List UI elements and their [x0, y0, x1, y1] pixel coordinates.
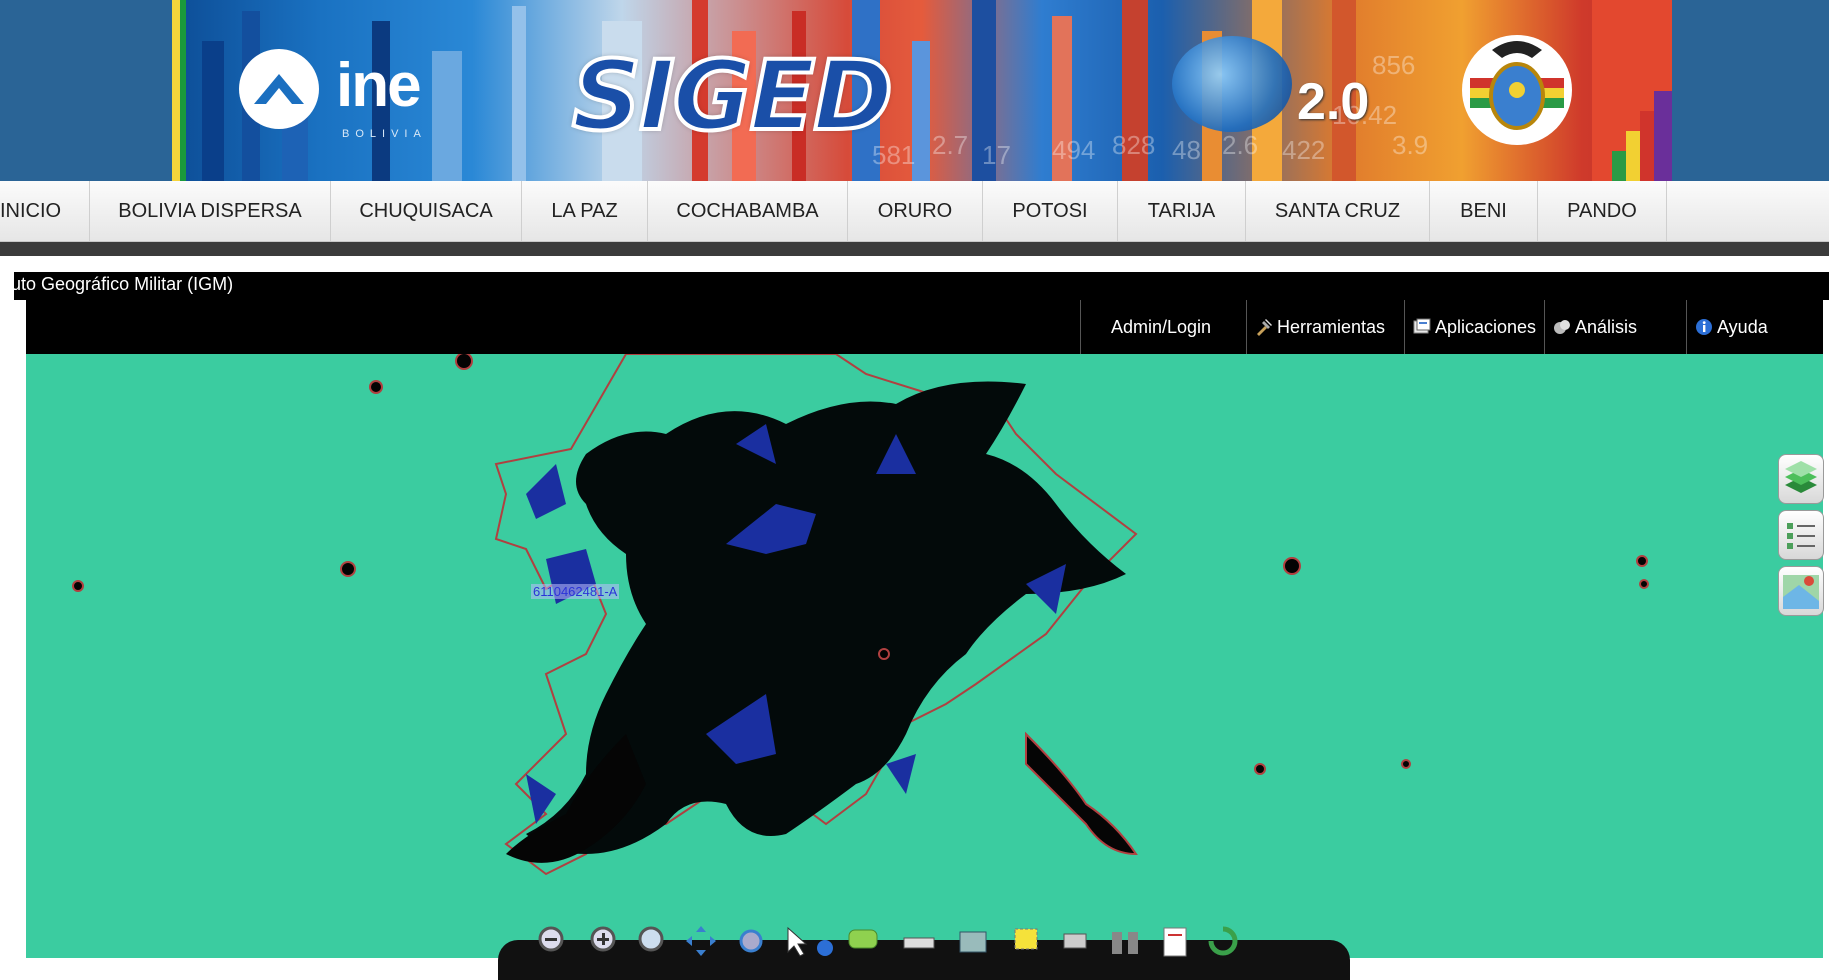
- nav-item-santa-cruz[interactable]: SANTA CRUZ: [1246, 181, 1430, 241]
- map-canvas[interactable]: 6110462481-A: [26, 354, 1823, 958]
- settlement: [1636, 555, 1648, 567]
- nav-item-potosi[interactable]: POTOSI: [983, 181, 1118, 241]
- refresh-icon[interactable]: [1206, 924, 1240, 958]
- herramientas-label: Herramientas: [1277, 317, 1386, 337]
- settlement: [369, 380, 383, 394]
- layer-manager-icon[interactable]: [956, 924, 990, 958]
- city-block: [886, 754, 916, 794]
- ayuda-menu[interactable]: Ayuda: [1686, 300, 1825, 354]
- settlement: [340, 561, 356, 577]
- settlement: [455, 354, 473, 370]
- map-marker-icon: [1783, 575, 1819, 609]
- info-icon: [1696, 319, 1712, 335]
- tools-icon: [1257, 319, 1272, 336]
- ine-logo-country: BOLIVIA: [342, 128, 427, 140]
- settlement: [1283, 557, 1301, 575]
- aplicaciones-label: Aplicaciones: [1435, 317, 1537, 337]
- background-number: 17: [982, 140, 1011, 170]
- identify-icon[interactable]: [808, 924, 842, 958]
- analisis-menu[interactable]: Análisis: [1544, 300, 1683, 354]
- city-block: [526, 464, 566, 519]
- nav-item-tarija[interactable]: TARIJA: [1118, 181, 1246, 241]
- zoom-out-icon[interactable]: [536, 924, 570, 958]
- layers-button[interactable]: [1778, 454, 1824, 504]
- nav-item-bolivia-dispersa[interactable]: BOLIVIA DISPERSA: [90, 181, 331, 241]
- ayuda-label: Ayuda: [1717, 317, 1768, 337]
- background-number: 856: [1372, 50, 1416, 80]
- background-number: 48: [1172, 135, 1201, 165]
- background-number: 3.9: [1392, 130, 1429, 160]
- zoom-box-icon[interactable]: [636, 924, 670, 958]
- background-number: 2.6: [1222, 130, 1259, 160]
- settlement: [878, 648, 890, 660]
- ine-logo: ine BOLIVIA: [234, 44, 494, 144]
- background-number: 2.7: [932, 130, 969, 160]
- app-menu-bar: Admin/Login Herramientas Aplicaciones An…: [26, 300, 1823, 354]
- app-title-bar: [14, 272, 1829, 300]
- comment-icon[interactable]: [846, 924, 880, 958]
- analysis-icon: [1554, 320, 1570, 334]
- nav-item-inicio[interactable]: INICIO: [0, 181, 90, 241]
- siged-version: 2.0: [1297, 73, 1370, 131]
- map-marker-button[interactable]: [1778, 566, 1824, 616]
- report-icon[interactable]: [1158, 924, 1192, 958]
- nav-item-pando[interactable]: PANDO: [1538, 181, 1667, 241]
- print-icon[interactable]: [1058, 924, 1092, 958]
- settlement: [1401, 759, 1411, 769]
- measure-icon[interactable]: [902, 924, 936, 958]
- analisis-label: Análisis: [1575, 317, 1638, 337]
- app-title: tuto Geográfico Militar (IGM): [6, 274, 233, 295]
- select-box-icon[interactable]: [1010, 924, 1044, 958]
- bolivia-coat-of-arms-icon: [1452, 28, 1582, 148]
- pan-icon[interactable]: [684, 924, 718, 958]
- herramientas-menu[interactable]: Herramientas: [1246, 300, 1405, 354]
- background-number: 828: [1112, 130, 1156, 160]
- admin-login-menu[interactable]: Admin/Login: [1080, 300, 1241, 354]
- banner: 581 2.7 17 494 828 48 2.6 422 10.42 856 …: [172, 0, 1672, 181]
- app-title-text: tuto Geográfico Militar (IGM): [6, 274, 234, 294]
- nav-item-la-paz[interactable]: LA PAZ: [522, 181, 648, 241]
- nav-item-cochabamba[interactable]: COCHABAMBA: [648, 181, 848, 241]
- main-navigation: INICIO BOLIVIA DISPERSA CHUQUISACA LA PA…: [0, 181, 1829, 242]
- background-number: 494: [1052, 135, 1096, 165]
- binoculars-icon[interactable]: [1108, 924, 1142, 958]
- nav-item-oruro[interactable]: ORURO: [848, 181, 983, 241]
- feature-label[interactable]: 6110462481-A: [531, 584, 620, 599]
- map-toolbar: [498, 926, 1350, 980]
- admin-login-label: Admin/Login: [1110, 317, 1212, 337]
- background-number: 422: [1282, 135, 1326, 165]
- legend-button[interactable]: [1778, 510, 1824, 560]
- map-side-toolbar: [1774, 448, 1826, 618]
- globe-icon: [1172, 36, 1292, 132]
- nav-divider: [0, 242, 1829, 256]
- siged-title: SIGED: [570, 38, 895, 154]
- nav-item-beni[interactable]: BENI: [1430, 181, 1538, 241]
- layers-icon: [1785, 461, 1817, 493]
- ine-logo-text: ine: [336, 51, 422, 120]
- map-layer: [72, 354, 1649, 876]
- nav-item-chuquisaca[interactable]: CHUQUISACA: [331, 181, 522, 241]
- settlement: [1254, 763, 1266, 775]
- legend-icon: [1787, 523, 1815, 549]
- settlement: [72, 580, 84, 592]
- urban-arm-east: [1025, 731, 1138, 856]
- zoom-in-icon[interactable]: [588, 924, 622, 958]
- settlement: [1639, 579, 1649, 589]
- aplicaciones-menu[interactable]: Aplicaciones: [1404, 300, 1548, 354]
- applications-icon: [1413, 318, 1431, 334]
- full-extent-icon[interactable]: [734, 924, 768, 958]
